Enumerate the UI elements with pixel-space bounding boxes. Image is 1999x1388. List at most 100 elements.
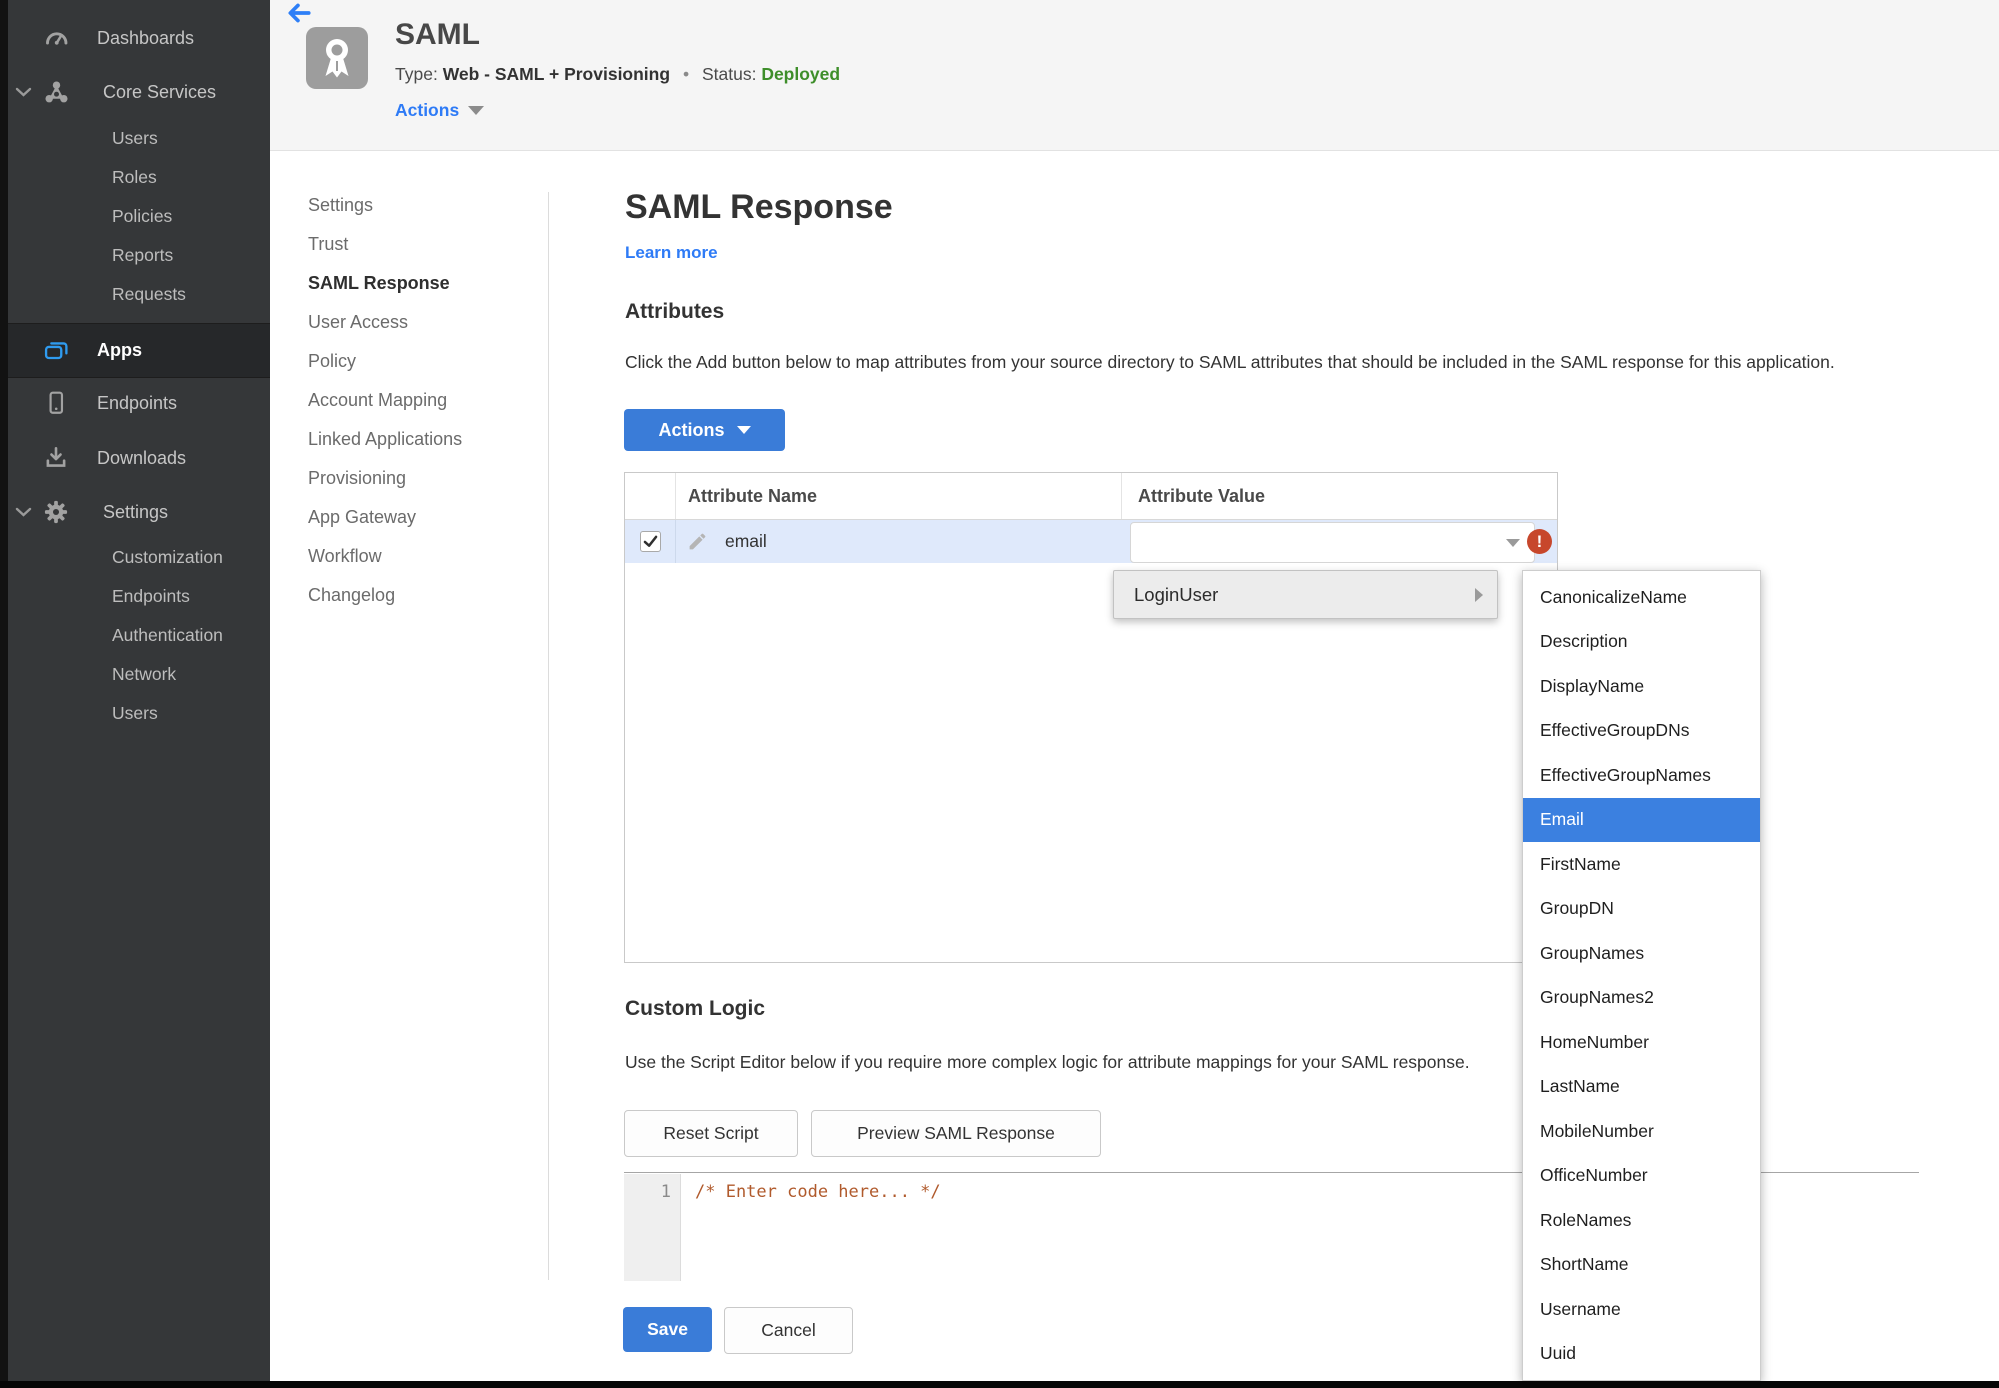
sidebar-item-dashboards[interactable]: Dashboards xyxy=(8,16,270,60)
sidebar-subitem-label: Roles xyxy=(112,167,157,187)
tab-saml-response[interactable]: SAML Response xyxy=(308,270,450,296)
menu-item-canonicalizename[interactable]: CanonicalizeName xyxy=(1523,575,1760,620)
edit-pencil-icon[interactable] xyxy=(687,531,708,552)
sidebar-item-users-settings[interactable]: Users xyxy=(112,694,158,733)
menu-item-officenumber[interactable]: OfficeNumber xyxy=(1523,1154,1760,1199)
endpoints-icon xyxy=(41,390,71,416)
menu-item-label: GroupNames2 xyxy=(1540,987,1654,1008)
caret-down-icon xyxy=(468,106,485,115)
sidebar-item-label: Core Services xyxy=(103,81,217,102)
tab-provisioning[interactable]: Provisioning xyxy=(308,465,406,491)
preview-saml-response-label: Preview SAML Response xyxy=(857,1123,1055,1143)
sidebar-item-reports[interactable]: Reports xyxy=(112,236,173,275)
sidebar: Dashboards Core Services Users Roles Pol… xyxy=(8,0,270,1388)
tab-label: Settings xyxy=(308,194,374,215)
attribute-value-combobox[interactable] xyxy=(1130,522,1535,563)
menu-item-username[interactable]: Username xyxy=(1523,1287,1760,1332)
tab-policy[interactable]: Policy xyxy=(308,348,356,374)
editor-line-number-gutter: 1 xyxy=(624,1174,681,1281)
content-divider xyxy=(548,192,549,1280)
reset-script-button[interactable]: Reset Script xyxy=(624,1110,798,1157)
sidebar-item-network[interactable]: Network xyxy=(112,655,176,694)
dashboard-icon xyxy=(41,25,71,52)
sidebar-item-customization[interactable]: Customization xyxy=(112,538,223,577)
cancel-button-label: Cancel xyxy=(761,1320,816,1340)
menu-item-label: RoleNames xyxy=(1540,1209,1632,1230)
sidebar-item-settings[interactable]: Settings xyxy=(8,490,270,534)
tab-linked-applications[interactable]: Linked Applications xyxy=(308,426,462,452)
sidebar-item-requests[interactable]: Requests xyxy=(112,275,186,314)
sidebar-item-authentication[interactable]: Authentication xyxy=(112,616,223,655)
sidebar-item-endpoints[interactable]: Endpoints xyxy=(8,381,270,425)
menu-item-firstname[interactable]: FirstName xyxy=(1523,842,1760,887)
column-header-attribute-value: Attribute Value xyxy=(1138,485,1266,506)
tab-label: App Gateway xyxy=(308,506,417,527)
value-menu-loginuser[interactable]: LoginUser xyxy=(1113,570,1498,619)
tab-workflow[interactable]: Workflow xyxy=(308,543,382,569)
sidebar-item-label: Endpoints xyxy=(97,392,178,413)
app-window: Dashboards Core Services Users Roles Pol… xyxy=(0,0,1999,1388)
app-header: SAML Type: Web - SAML + Provisioning • S… xyxy=(270,0,1999,151)
header-actions-menu[interactable]: Actions xyxy=(395,100,485,121)
menu-item-rolenames[interactable]: RoleNames xyxy=(1523,1198,1760,1243)
sidebar-item-downloads[interactable]: Downloads xyxy=(8,436,270,480)
sidebar-item-core-services[interactable]: Core Services xyxy=(8,70,270,114)
tab-label: SAML Response xyxy=(308,272,450,293)
learn-more-link[interactable]: Learn more xyxy=(625,243,718,263)
sidebar-item-endpoints-settings[interactable]: Endpoints xyxy=(112,577,190,616)
gear-icon xyxy=(41,498,71,526)
chevron-down-icon[interactable] xyxy=(15,82,32,103)
cancel-button[interactable]: Cancel xyxy=(724,1307,853,1354)
tab-user-access[interactable]: User Access xyxy=(308,309,408,335)
menu-item-label: Uuid xyxy=(1540,1343,1576,1364)
menu-item-homenumber[interactable]: HomeNumber xyxy=(1523,1020,1760,1065)
tab-label: Provisioning xyxy=(308,467,407,488)
menu-item-groupnames[interactable]: GroupNames xyxy=(1523,931,1760,976)
sidebar-subitem-label: Network xyxy=(112,664,177,684)
menu-item-effectivegroupnames[interactable]: EffectiveGroupNames xyxy=(1523,753,1760,798)
menu-item-mobilenumber[interactable]: MobileNumber xyxy=(1523,1109,1760,1154)
status-badge: Deployed xyxy=(761,64,841,84)
back-arrow-icon[interactable] xyxy=(286,2,312,24)
chevron-down-icon[interactable] xyxy=(15,502,32,523)
sidebar-subitem-label: Endpoints xyxy=(112,586,190,606)
table-row[interactable]: email ! xyxy=(625,520,1557,563)
menu-item-effectivegroupdns[interactable]: EffectiveGroupDNs xyxy=(1523,709,1760,754)
tab-account-mapping[interactable]: Account Mapping xyxy=(308,387,447,413)
app-title: SAML xyxy=(395,18,480,51)
preview-saml-response-button[interactable]: Preview SAML Response xyxy=(811,1110,1101,1157)
menu-item-uuid[interactable]: Uuid xyxy=(1523,1332,1760,1377)
tab-label: Trust xyxy=(308,233,349,254)
window-edge-strip xyxy=(0,0,8,1388)
menu-item-lastname[interactable]: LastName xyxy=(1523,1065,1760,1110)
app-meta: Type: Web - SAML + Provisioning • Status… xyxy=(395,64,840,85)
sidebar-item-label: Downloads xyxy=(97,447,187,468)
tab-trust[interactable]: Trust xyxy=(308,231,348,257)
menu-item-description[interactable]: Description xyxy=(1523,620,1760,665)
menu-item-label: GroupDN xyxy=(1540,898,1614,919)
menu-item-displayname[interactable]: DisplayName xyxy=(1523,664,1760,709)
sidebar-item-users[interactable]: Users xyxy=(112,119,158,158)
row-checkbox[interactable] xyxy=(639,531,661,552)
menu-item-email-selected[interactable]: Email xyxy=(1523,797,1760,842)
sidebar-item-policies[interactable]: Policies xyxy=(112,197,172,236)
menu-item-groupnames2[interactable]: GroupNames2 xyxy=(1523,976,1760,1021)
tab-changelog[interactable]: Changelog xyxy=(308,582,395,608)
sidebar-item-roles[interactable]: Roles xyxy=(112,158,157,197)
editor-code-line[interactable]: /* Enter code here... */ xyxy=(695,1182,941,1202)
column-header-attribute-name: Attribute Name xyxy=(688,485,818,506)
tab-settings[interactable]: Settings xyxy=(308,192,373,218)
actions-button-label: Actions xyxy=(658,419,725,440)
tab-app-gateway[interactable]: App Gateway xyxy=(308,504,416,530)
save-button[interactable]: Save xyxy=(623,1307,712,1352)
menu-item-shortname[interactable]: ShortName xyxy=(1523,1243,1760,1288)
sidebar-subitem-label: Authentication xyxy=(112,625,223,645)
line-number: 1 xyxy=(660,1182,671,1202)
reset-script-label: Reset Script xyxy=(663,1123,759,1143)
page-title: SAML Response xyxy=(625,188,893,226)
menu-item-groupdn[interactable]: GroupDN xyxy=(1523,887,1760,932)
header-actions-label: Actions xyxy=(395,100,460,120)
sidebar-item-apps[interactable]: Apps xyxy=(8,323,270,378)
attributes-actions-button[interactable]: Actions xyxy=(624,409,785,451)
save-button-label: Save xyxy=(647,1319,688,1339)
